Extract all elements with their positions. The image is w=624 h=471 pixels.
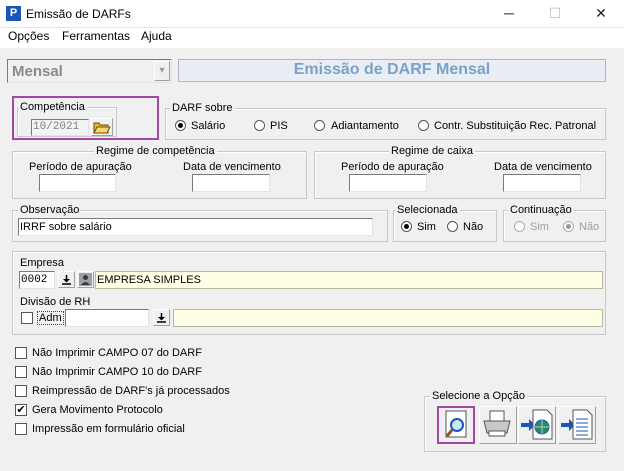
- opt-formulario-oficial-box: [15, 423, 27, 435]
- opt-formulario-oficial-label: Impressão em formulário oficial: [32, 423, 185, 435]
- print-button[interactable]: [479, 406, 517, 444]
- radio-salario[interactable]: [175, 120, 186, 134]
- menu-ajuda[interactable]: Ajuda: [141, 29, 172, 43]
- opt-gera-movimento-checkbox[interactable]: ✔: [15, 404, 27, 416]
- competencia-label: Competência: [18, 101, 87, 113]
- opt-formulario-oficial-checkbox[interactable]: [15, 423, 27, 438]
- adm-checkbox[interactable]: [21, 312, 33, 327]
- opt-gera-movimento-box: ✔: [15, 404, 27, 416]
- opt-campo07-box: [15, 347, 27, 359]
- preview-icon: [445, 410, 467, 438]
- radio-adiantamento-indicator: [314, 120, 325, 131]
- rc-vencimento-field[interactable]: [192, 174, 270, 192]
- observacao-value: IRRF sobre salário: [20, 221, 112, 233]
- rcx-vencimento-field[interactable]: [503, 174, 581, 192]
- continuacao-sim[interactable]: [514, 221, 525, 235]
- selecionada-label: Selecionada: [395, 204, 460, 216]
- adm-checkbox-box: [21, 312, 33, 324]
- divisao-description-field: [173, 309, 603, 327]
- opt-campo10-label: Não Imprimir CAMPO 10 do DARF: [32, 366, 202, 378]
- download-arrow-icon: [157, 313, 166, 323]
- rcx-periodo-field[interactable]: [349, 174, 427, 192]
- competencia-calendar-button[interactable]: [91, 118, 113, 136]
- selecionada-sim-indicator: [401, 221, 412, 232]
- rcx-periodo-label: Período de apuração: [341, 161, 444, 173]
- mode-dropdown-arrow[interactable]: ▾: [154, 61, 170, 81]
- continuacao-nao-indicator: [563, 221, 574, 232]
- download-arrow-icon: [62, 275, 71, 285]
- selecione-label: Selecione a Opção: [430, 390, 527, 402]
- opt-reimpressao-box: [15, 385, 27, 397]
- empresa-info-button[interactable]: [77, 271, 94, 288]
- opt-campo10-box: [15, 366, 27, 378]
- divisao-lookup-button[interactable]: [153, 309, 170, 326]
- divisao-field[interactable]: [65, 309, 149, 327]
- radio-salario-label: Salário: [191, 120, 226, 132]
- close-button[interactable]: ✕: [578, 0, 624, 28]
- export-file-icon: [561, 409, 593, 440]
- selecionada-nao-label: Não: [463, 221, 484, 233]
- radio-contr-indicator: [418, 120, 429, 131]
- continuacao-sim-label: Sim: [530, 221, 549, 233]
- empresa-code-value: 0002: [21, 274, 48, 286]
- radio-pis-label: PIS: [270, 120, 288, 132]
- opt-reimpressao-label: Reimpressão de DARF's já processados: [32, 385, 230, 397]
- company-icon: [79, 273, 92, 286]
- selecionada-sim-label: Sim: [417, 221, 436, 233]
- export-web-button[interactable]: [518, 406, 556, 444]
- opt-campo07-label: Não Imprimir CAMPO 07 do DARF: [32, 347, 202, 359]
- rc-periodo-field[interactable]: [39, 174, 116, 192]
- maximize-button[interactable]: ☐: [532, 0, 578, 28]
- rcx-vencimento-label: Data de vencimento: [494, 161, 592, 173]
- opt-gera-movimento-label: Gera Movimento Protocolo: [32, 404, 163, 416]
- radio-adiantamento[interactable]: [314, 120, 325, 134]
- selecionada-sim[interactable]: [401, 221, 412, 235]
- radio-contr-substituicao[interactable]: [418, 120, 429, 134]
- regime-competencia-label: Regime de competência: [94, 145, 217, 157]
- adm-checkbox-label: Adm: [37, 311, 64, 325]
- continuacao-sim-indicator: [514, 221, 525, 232]
- export-web-icon: [521, 409, 553, 440]
- regime-caixa-label: Regime de caixa: [389, 145, 475, 157]
- export-file-button[interactable]: [558, 406, 596, 444]
- window-title: Emissão de DARFs: [26, 7, 131, 21]
- radio-salario-indicator: [175, 120, 186, 131]
- printer-icon: [483, 410, 511, 437]
- radio-pis[interactable]: [254, 120, 265, 134]
- menu-opcoes[interactable]: Opções: [8, 29, 49, 43]
- preview-button[interactable]: [437, 406, 475, 444]
- continuacao-nao[interactable]: [563, 221, 574, 235]
- empresa-label: Empresa: [20, 257, 65, 269]
- radio-contr-substituicao-label: Contr. Substituição Rec. Patronal: [434, 120, 597, 132]
- opt-campo10-checkbox[interactable]: [15, 366, 27, 381]
- mode-select-value: Mensal: [12, 63, 63, 80]
- selecionada-nao[interactable]: [447, 221, 458, 235]
- competencia-value: 10/2021: [33, 121, 80, 133]
- empresa-lookup-button[interactable]: [58, 271, 75, 288]
- observacao-label: Observação: [18, 204, 82, 216]
- darf-sobre-label: DARF sobre: [170, 102, 235, 114]
- opt-campo07-checkbox[interactable]: [15, 347, 27, 362]
- minimize-button[interactable]: ─: [486, 0, 532, 28]
- continuacao-label: Continuação: [508, 204, 574, 216]
- radio-pis-indicator: [254, 120, 265, 131]
- continuacao-nao-label: Não: [579, 221, 600, 233]
- menu-ferramentas[interactable]: Ferramentas: [62, 29, 130, 43]
- rc-vencimento-label: Data de vencimento: [183, 161, 281, 173]
- divisao-label: Divisão de RH: [20, 296, 91, 308]
- selecionada-nao-indicator: [447, 221, 458, 232]
- page-title: Emissão de DARF Mensal: [293, 61, 491, 78]
- rc-periodo-label: Período de apuração: [29, 161, 132, 173]
- radio-adiantamento-label: Adiantamento: [331, 120, 399, 132]
- folder-open-icon: [93, 122, 111, 134]
- opt-reimpressao-checkbox[interactable]: [15, 385, 27, 400]
- app-icon: P: [6, 6, 21, 21]
- empresa-name-value: EMPRESA SIMPLES: [97, 274, 201, 286]
